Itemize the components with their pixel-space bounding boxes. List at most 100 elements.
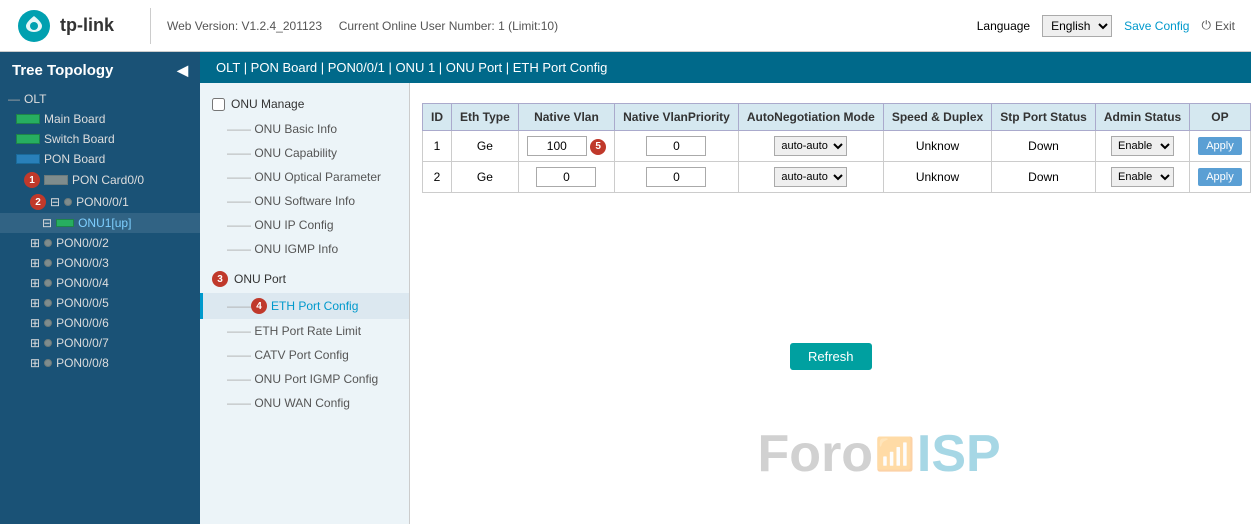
pon008-label: PON0/0/8 [56, 356, 109, 370]
onu1-icon [56, 219, 74, 227]
right-panel: ID Eth Type Native Vlan Native VlanPrior… [410, 83, 1251, 524]
sidebar-item-pon-board[interactable]: PON Board [0, 149, 200, 169]
pon002-label: PON0/0/2 [56, 236, 109, 250]
row2-native-vlan-input[interactable] [536, 167, 596, 187]
row1-id: 1 [423, 131, 452, 162]
col-op: OP [1190, 104, 1251, 131]
row2-admin-status[interactable]: Enable Disable [1095, 162, 1189, 193]
row1-op[interactable]: Apply [1190, 131, 1251, 162]
sidebar-item-pon001[interactable]: 2 ⊟ PON0/0/1 [0, 191, 200, 213]
nav-onu-port-label: ONU Port [234, 272, 286, 286]
logo: tp-link [16, 8, 114, 44]
row1-auto-negotiation-select[interactable]: auto-auto 10-half 10-full 100-half 100-f… [774, 136, 847, 156]
col-auto-negotiation: AutoNegotiation Mode [738, 104, 883, 131]
col-admin-status: Admin Status [1095, 104, 1189, 131]
nav-catv-port-config[interactable]: CATV Port Config [200, 343, 409, 367]
sidebar-item-pon008[interactable]: ⊞ PON0/0/8 [0, 353, 200, 373]
row1-native-vlan-input[interactable] [527, 136, 587, 156]
web-version: Web Version: V1.2.4_201123 [167, 19, 322, 33]
save-config-link[interactable]: Save Config [1124, 19, 1189, 33]
nav-onu-basic-info[interactable]: ONU Basic Info [200, 117, 409, 141]
sidebar-item-pon006[interactable]: ⊞ PON0/0/6 [0, 313, 200, 333]
watermark: Foro 📶 ISP [758, 424, 1001, 484]
main-board-icon [16, 114, 40, 124]
col-native-vlan-priority: Native VlanPriority [615, 104, 739, 131]
sidebar-item-onu1[interactable]: ⊟ ONU1[up] [0, 213, 200, 233]
left-nav: ONU Manage ONU Basic Info ONU Capability… [200, 83, 410, 524]
pon007-icon [44, 339, 52, 347]
row2-native-vlan-priority[interactable] [615, 162, 739, 193]
row1-apply-button[interactable]: Apply [1198, 137, 1242, 155]
sidebar-item-switch-board[interactable]: Switch Board [0, 129, 200, 149]
nav-onu-port-igmp-config[interactable]: ONU Port IGMP Config [200, 367, 409, 391]
row2-native-vlan[interactable] [518, 162, 614, 193]
row1-native-vlan-priority[interactable] [615, 131, 739, 162]
content-area: OLT | PON Board | PON0/0/1 | ONU 1 | ONU… [200, 52, 1251, 524]
col-native-vlan: Native Vlan [518, 104, 614, 131]
row1-vlan-badge: 5 [590, 139, 606, 155]
language-select[interactable]: English [1042, 15, 1112, 37]
row2-id: 2 [423, 162, 452, 193]
exit-label: Exit [1215, 19, 1235, 33]
pon006-icon [44, 319, 52, 327]
sidebar: Tree Topology ◀ — OLT Main Board Switch … [0, 52, 200, 524]
row2-speed-duplex: Unknow [883, 162, 991, 193]
sidebar-toggle[interactable]: ◀ [177, 62, 188, 79]
exit-button[interactable]: ⏻ Exit [1201, 18, 1235, 33]
row2-eth-type: Ge [452, 162, 519, 193]
pon006-label: PON0/0/6 [56, 316, 109, 330]
pon002-icon [44, 239, 52, 247]
col-speed-duplex: Speed & Duplex [883, 104, 991, 131]
sidebar-item-main-board[interactable]: Main Board [0, 109, 200, 129]
olt-label: OLT [24, 92, 46, 106]
pon004-icon [44, 279, 52, 287]
row1-auto-negotiation[interactable]: auto-auto 10-half 10-full 100-half 100-f… [738, 131, 883, 162]
row1-native-vlan[interactable]: 5 [518, 131, 614, 162]
pon001-icon [64, 198, 72, 206]
nav-onu-optical-parameter[interactable]: ONU Optical Parameter [200, 165, 409, 189]
row1-admin-status-select[interactable]: Enable Disable [1111, 136, 1174, 156]
sidebar-item-pon-card[interactable]: 1 PON Card0/0 [0, 169, 200, 191]
row2-apply-button[interactable]: Apply [1198, 168, 1242, 186]
nav-eth-port-rate-limit[interactable]: ETH Port Rate Limit [200, 319, 409, 343]
switch-board-icon [16, 134, 40, 144]
nav-eth-port-config[interactable]: 4 ETH Port Config [200, 293, 409, 319]
sidebar-item-pon007[interactable]: ⊞ PON0/0/7 [0, 333, 200, 353]
row2-auto-negotiation-select[interactable]: auto-auto 10-half 10-full 100-half 100-f… [774, 167, 847, 187]
sidebar-item-pon003[interactable]: ⊞ PON0/0/3 [0, 253, 200, 273]
row1-vlan-priority-input[interactable] [646, 136, 706, 156]
pon-board-icon [16, 154, 40, 164]
table-row: 2 Ge auto-auto 10-half [423, 162, 1251, 193]
sidebar-item-pon004[interactable]: ⊞ PON0/0/4 [0, 273, 200, 293]
table-row: 1 Ge 5 auto-auto [423, 131, 1251, 162]
nav-onu-capability[interactable]: ONU Capability [200, 141, 409, 165]
header-info: Web Version: V1.2.4_201123 Current Onlin… [167, 19, 977, 33]
sidebar-item-pon005[interactable]: ⊞ PON0/0/5 [0, 293, 200, 313]
row2-op[interactable]: Apply [1190, 162, 1251, 193]
row1-stp-port-status: Down [992, 131, 1096, 162]
sidebar-item-olt[interactable]: — OLT [0, 89, 200, 109]
nav-onu-software-info[interactable]: ONU Software Info [200, 189, 409, 213]
onu-manage-checkbox[interactable] [212, 98, 225, 111]
pon-board-label: PON Board [44, 152, 105, 166]
pon004-label: PON0/0/4 [56, 276, 109, 290]
pon-card-label: PON Card0/0 [72, 173, 144, 187]
nav-onu-wan-config[interactable]: ONU WAN Config [200, 391, 409, 415]
header: tp-link Web Version: V1.2.4_201123 Curre… [0, 0, 1251, 52]
online-users: Current Online User Number: 1 (Limit:10) [339, 19, 558, 33]
language-label: Language [977, 19, 1030, 33]
row2-admin-status-select[interactable]: Enable Disable [1111, 167, 1174, 187]
col-eth-type: Eth Type [452, 104, 519, 131]
pon007-label: PON0/0/7 [56, 336, 109, 350]
sidebar-item-pon002[interactable]: ⊞ PON0/0/2 [0, 233, 200, 253]
row2-vlan-priority-input[interactable] [646, 167, 706, 187]
row1-admin-status[interactable]: Enable Disable [1095, 131, 1189, 162]
row2-auto-negotiation[interactable]: auto-auto 10-half 10-full 100-half 100-f… [738, 162, 883, 193]
main-content: ONU Manage ONU Basic Info ONU Capability… [200, 83, 1251, 524]
nav-onu-igmp-info[interactable]: ONU IGMP Info [200, 237, 409, 261]
nav-onu-ip-config[interactable]: ONU IP Config [200, 213, 409, 237]
refresh-button[interactable]: Refresh [790, 343, 872, 370]
pon001-label: PON0/0/1 [76, 195, 129, 209]
watermark-foro: Foro [758, 424, 874, 484]
sidebar-header: Tree Topology ◀ [0, 52, 200, 89]
